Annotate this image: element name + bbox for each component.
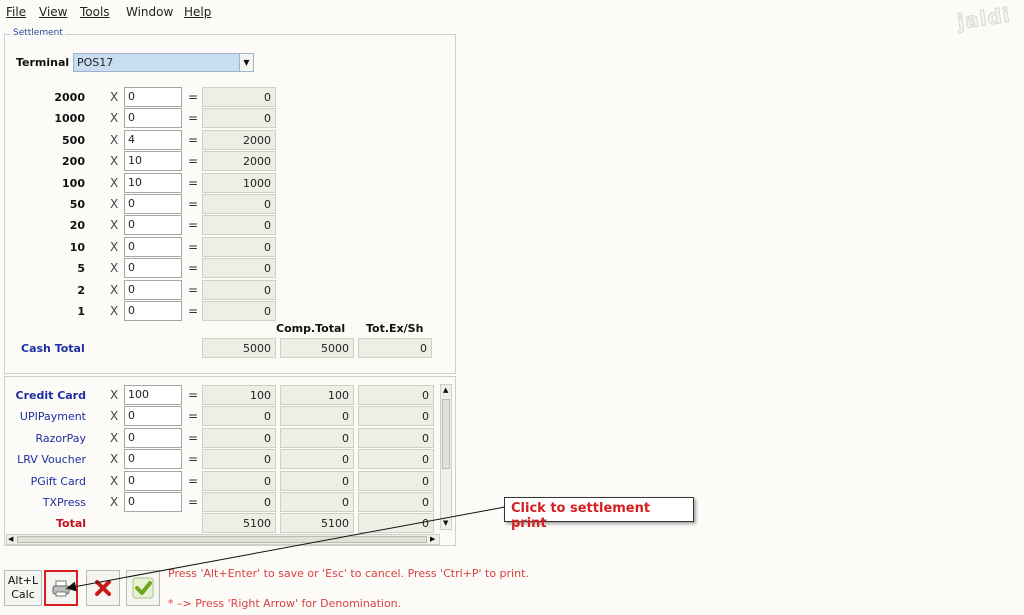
callout-box: Click to settlement print [504, 497, 694, 531]
